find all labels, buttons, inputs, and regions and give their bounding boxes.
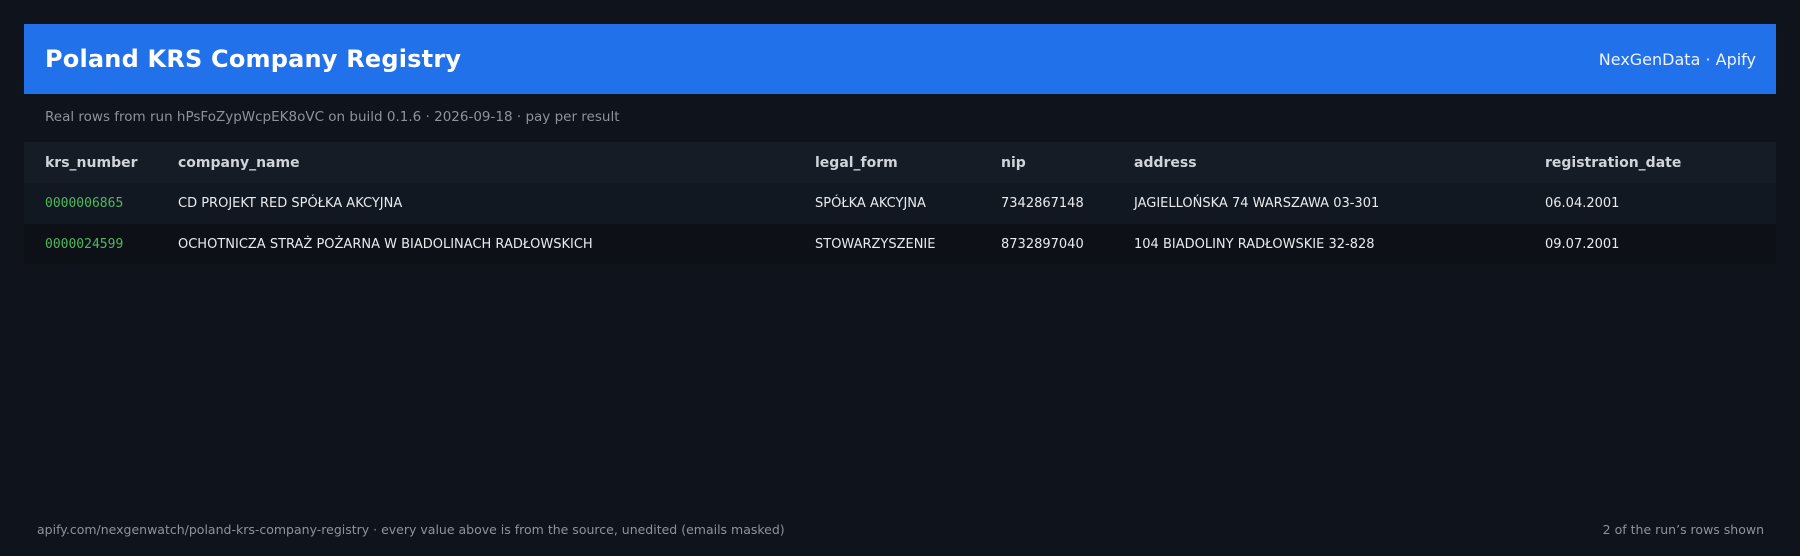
address-cell: 104 BIADOLINY RADŁOWSKIE 32-828	[1134, 236, 1375, 252]
column-header-address: address	[1134, 154, 1197, 171]
table-row: 0000006865 CD PROJEKT RED SPÓŁKA AKCYJNA…	[24, 183, 1776, 224]
table-header-row: krs_number company_name legal_form nip a…	[24, 142, 1776, 183]
column-header-legal-form: legal_form	[815, 154, 898, 171]
table-row: 0000024599 OCHOTNICZA STRAŻ POŻARNA W BI…	[24, 224, 1776, 264]
page: Poland KRS Company Registry NexGenData ·…	[0, 0, 1800, 556]
page-title: Poland KRS Company Registry	[45, 45, 462, 73]
column-header-nip: nip	[1001, 154, 1026, 171]
column-header-krs-number: krs_number	[45, 154, 138, 171]
company-name-cell: OCHOTNICZA STRAŻ POŻARNA W BIADOLINACH R…	[178, 236, 593, 252]
footer-row-count: 2 of the run’s rows shown	[1602, 522, 1764, 537]
krs-number-cell: 0000024599	[45, 236, 124, 252]
column-header-registration-date: registration_date	[1545, 154, 1682, 171]
krs-number-cell: 0000006865	[45, 196, 124, 211]
brand-label: NexGenData · Apify	[1598, 49, 1756, 69]
address-cell: JAGIELLOŃSKA 74 WARSZAWA 03-301	[1134, 196, 1380, 211]
header-bar: Poland KRS Company Registry NexGenData ·…	[24, 24, 1776, 94]
registration-date-cell: 09.07.2001	[1545, 236, 1620, 252]
company-name-cell: CD PROJEKT RED SPÓŁKA AKCYJNA	[178, 196, 403, 211]
column-header-company-name: company_name	[178, 154, 300, 171]
legal-form-cell: SPÓŁKA AKCYJNA	[815, 196, 926, 211]
legal-form-cell: STOWARZYSZENIE	[815, 236, 936, 252]
footer-source-note: apify.com/nexgenwatch/poland-krs-company…	[37, 522, 785, 537]
nip-cell: 8732897040	[1001, 236, 1084, 252]
nip-cell: 7342867148	[1001, 196, 1084, 211]
results-table: krs_number company_name legal_form nip a…	[24, 142, 1776, 264]
run-info-subtitle: Real rows from run hPsFoZypWcpEK8oVC on …	[45, 109, 620, 125]
registration-date-cell: 06.04.2001	[1545, 196, 1620, 211]
